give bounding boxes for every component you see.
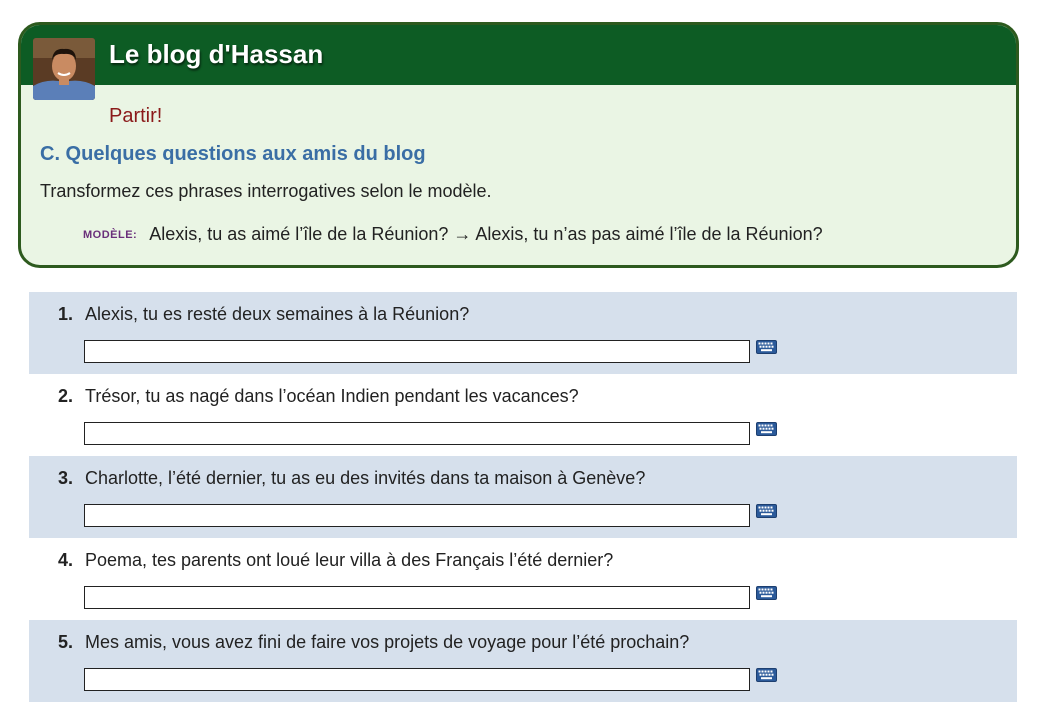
question-number: 4. <box>57 550 73 570</box>
question-row: 1. Alexis, tu es resté deux semaines à l… <box>29 292 1017 374</box>
blog-header: Le blog d'Hassan <box>21 25 1016 85</box>
model-label: MODÈLE: <box>83 229 138 241</box>
keyboard-icon[interactable] <box>756 586 777 600</box>
instructions: Transformez ces phrases interrogatives s… <box>40 181 492 201</box>
question-number: 2. <box>57 386 73 406</box>
answer-input[interactable] <box>84 668 750 691</box>
keyboard-icon[interactable] <box>756 504 777 518</box>
question-row: 3. Charlotte, l’été dernier, tu as eu de… <box>29 456 1017 538</box>
avatar <box>33 38 95 100</box>
question-text: Charlotte, l’été dernier, tu as eu des i… <box>85 468 646 488</box>
question-row: 4. Poema, tes parents ont loué leur vill… <box>29 538 1017 620</box>
answer-input[interactable] <box>84 586 750 609</box>
section-heading: C. Quelques questions aux amis du blog <box>40 143 426 165</box>
question-number: 3. <box>57 468 73 488</box>
question-row: 2. Trésor, tu as nagé dans l’océan Indie… <box>29 374 1017 456</box>
answer-input[interactable] <box>84 340 750 363</box>
model-example: MODÈLE: Alexis, tu as aimé l’île de la Ré… <box>83 224 823 245</box>
question-text: Trésor, tu as nagé dans l’océan Indien p… <box>85 386 579 406</box>
question-text: Poema, tes parents ont loué leur villa à… <box>85 550 614 570</box>
question-number: 5. <box>57 632 73 652</box>
question-list: 1. Alexis, tu es resté deux semaines à l… <box>29 292 1017 702</box>
blog-subtitle: Partir! <box>109 105 163 127</box>
question-row: 5. Mes amis, vous avez fini de faire vos… <box>29 620 1017 702</box>
blog-title: Le blog d'Hassan <box>109 39 324 69</box>
keyboard-icon[interactable] <box>756 422 777 436</box>
answer-input[interactable] <box>84 504 750 527</box>
question-text: Alexis, tu es resté deux semaines à la R… <box>85 304 470 324</box>
question-number: 1. <box>57 304 73 324</box>
keyboard-icon[interactable] <box>756 668 777 682</box>
blog-card: Le blog d'Hassan Partir! C. Quelques que… <box>18 22 1019 268</box>
model-text: Alexis, tu as aimé l’île de la Réunion? … <box>149 224 823 244</box>
question-text: Mes amis, vous avez fini de faire vos pr… <box>85 632 690 652</box>
keyboard-icon[interactable] <box>756 340 777 354</box>
answer-input[interactable] <box>84 422 750 445</box>
